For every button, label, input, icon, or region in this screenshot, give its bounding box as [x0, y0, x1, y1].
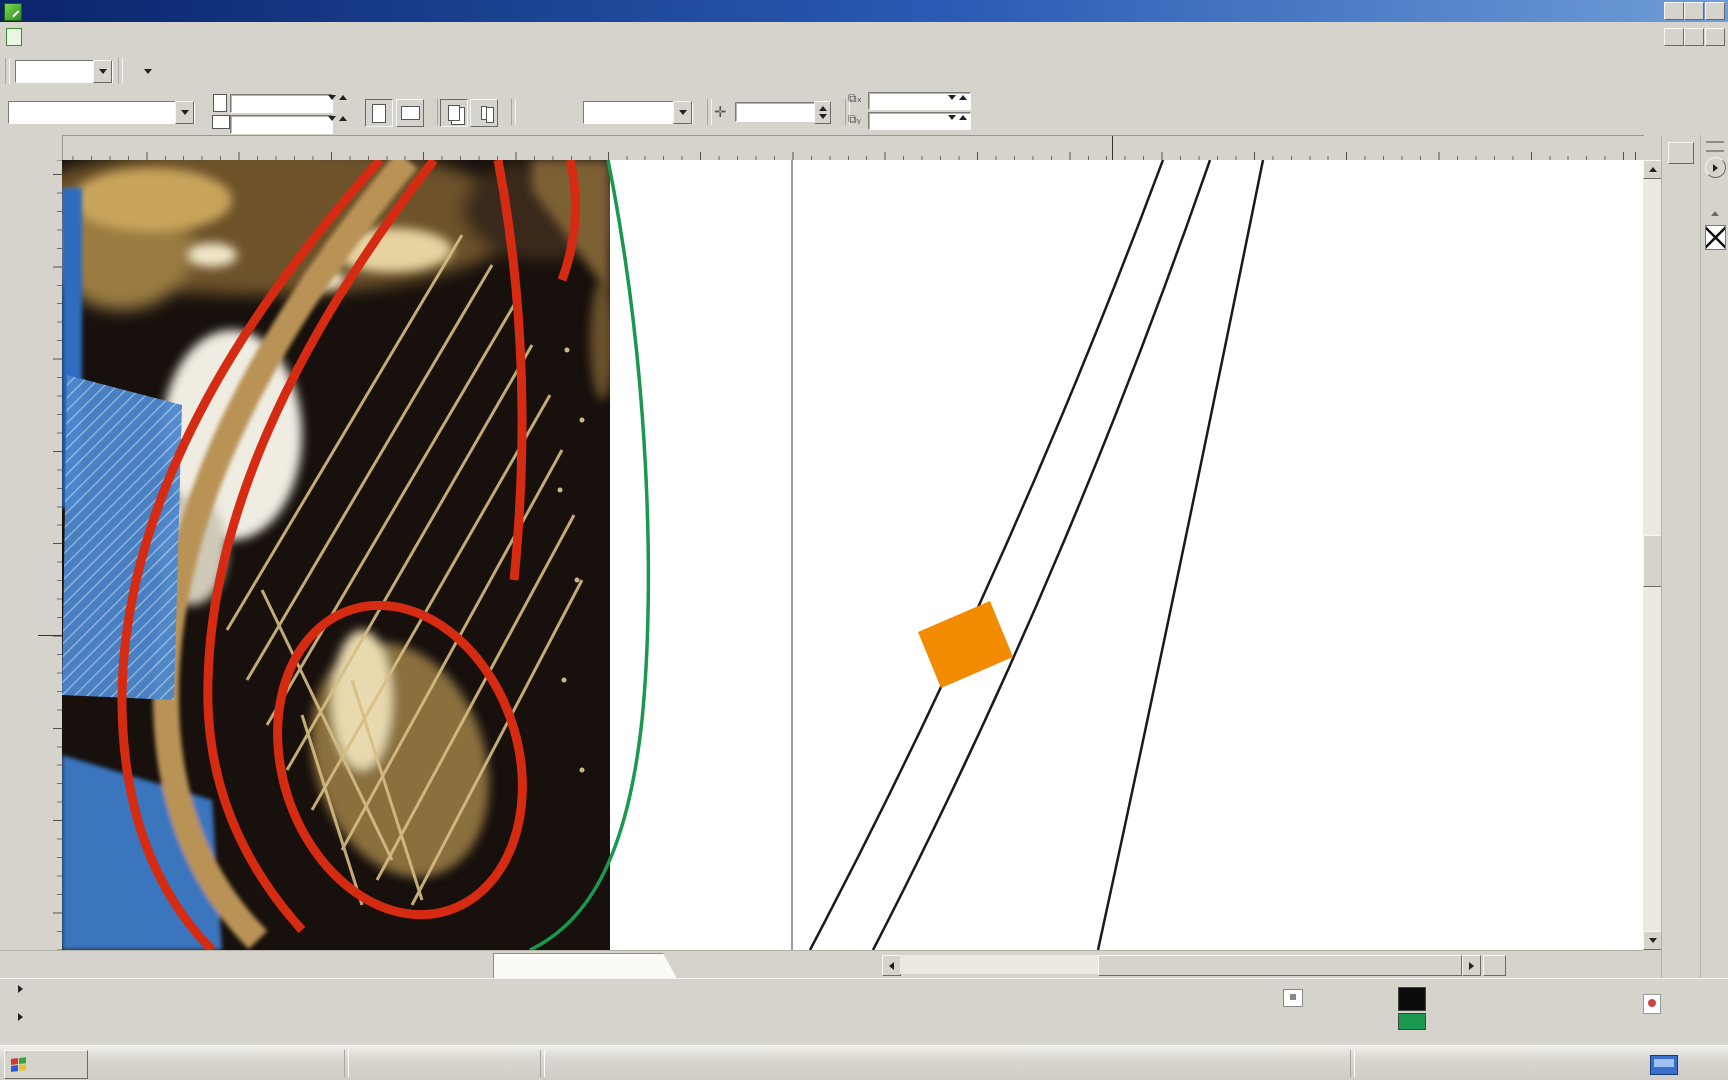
coreldraw-window: ✛ ⧉ₓ ⧉ᵧ: [0, 0, 1728, 1080]
add-page-button[interactable]: [116, 955, 140, 974]
zoom-level-value: [16, 61, 93, 82]
windows-logo-icon: [11, 1057, 27, 1073]
page-tab-strona-1[interactable]: [493, 953, 677, 979]
color-proof-page-icon: [1643, 994, 1661, 1014]
green-trace-curve[interactable]: [530, 160, 648, 950]
vertical-scroll-thumb[interactable]: [1643, 535, 1663, 587]
landscape-orientation-button[interactable]: [396, 99, 424, 127]
document-icon: [6, 28, 22, 46]
duplicate-y-icon: ⧉ᵧ: [848, 112, 861, 127]
scroll-down-button[interactable]: [1643, 931, 1663, 950]
page-height-icon: [212, 115, 230, 129]
page-width-dropdown[interactable]: [328, 95, 336, 100]
page-size-combo[interactable]: [8, 101, 195, 124]
units-combo[interactable]: [583, 101, 693, 124]
options-icon[interactable]: [160, 57, 188, 85]
snap-to-dropdown[interactable]: [128, 69, 160, 74]
duplicate-x-icon: ⧉ₓ: [848, 91, 862, 106]
scroll-up-button[interactable]: [1643, 160, 1663, 179]
dup-x-spinner[interactable]: [959, 95, 967, 100]
property-bar: ✛ ⧉ₓ ⧉ᵧ: [0, 90, 1728, 136]
all-pages-button[interactable]: [440, 99, 468, 127]
proof-status-icon: [1283, 989, 1303, 1007]
add-page-button-right[interactable]: [456, 955, 480, 974]
first-page-button[interactable]: [146, 955, 170, 974]
zoom-dropdown-arrow[interactable]: [93, 60, 112, 83]
zoom-level-combo[interactable]: [15, 60, 113, 83]
fill-color-swatch: [1398, 987, 1426, 1011]
doc-restore-button[interactable]: [1684, 28, 1704, 46]
page-height-dropdown[interactable]: [328, 116, 336, 121]
outline-color-swatch: [1398, 1013, 1426, 1030]
page-navigation-bar: [0, 950, 1643, 979]
palette-drag-handle[interactable]: [1706, 141, 1724, 152]
nudge-offset-field[interactable]: [735, 102, 820, 122]
vertical-scrollbar[interactable]: [1643, 160, 1661, 950]
status-expand-arrow[interactable]: [18, 985, 23, 993]
previous-page-button[interactable]: [194, 955, 218, 974]
page-size-dropdown-arrow[interactable]: [175, 101, 194, 124]
tray-monitor-icon[interactable]: [1650, 1055, 1678, 1075]
page-width-spinner[interactable]: [339, 95, 347, 100]
docker-strip: [1661, 135, 1701, 978]
drawing-canvas[interactable]: [62, 160, 1643, 950]
vector-objects-layer[interactable]: [62, 160, 1643, 950]
profiles-expand-arrow[interactable]: [18, 1013, 23, 1021]
status-bar: [0, 978, 1728, 1046]
no-color-swatch[interactable]: [1705, 225, 1726, 250]
collapse-dockers-button[interactable]: [1668, 142, 1694, 164]
nudge-spinner[interactable]: [814, 101, 831, 124]
cursor-position-marker-v: [38, 635, 62, 636]
document-navigator-button[interactable]: [1483, 955, 1506, 976]
horizontal-scrollbar[interactable]: [900, 955, 1462, 974]
dup-y-spinner[interactable]: [959, 115, 967, 120]
nudge-offset-icon: ✛: [714, 103, 727, 121]
color-palette: [1700, 135, 1728, 978]
units-value: [584, 102, 673, 123]
doc-close-button[interactable]: [1705, 28, 1725, 46]
vertical-ruler[interactable]: [38, 160, 63, 950]
portrait-orientation-button[interactable]: [365, 99, 393, 127]
page-size-value: [9, 102, 175, 123]
last-page-button[interactable]: [418, 955, 442, 974]
windows-taskbar: [0, 1045, 1728, 1080]
dup-y-dropdown[interactable]: [948, 115, 956, 120]
maximize-button[interactable]: [1684, 2, 1704, 20]
next-page-button[interactable]: [378, 955, 402, 974]
page-width-field[interactable]: [230, 94, 333, 113]
toolbar-separator: [118, 58, 123, 84]
units-dropdown-arrow[interactable]: [673, 101, 692, 124]
toolbar-separator: [5, 58, 10, 84]
minimize-button[interactable]: [1664, 2, 1684, 20]
corel-app-icon: [4, 3, 22, 21]
close-button[interactable]: [1705, 2, 1725, 20]
page-counter: [252, 955, 348, 974]
ruler-row: [0, 135, 1728, 160]
black-trace-curves[interactable]: [810, 160, 1263, 950]
horizontal-ruler[interactable]: [62, 135, 1644, 162]
standard-toolbar: [0, 52, 1728, 91]
menu-bar: [0, 22, 1728, 53]
title-bar[interactable]: [0, 0, 1728, 22]
cursor-position-marker-h: [1112, 136, 1113, 161]
page-height-field[interactable]: [230, 115, 333, 134]
palette-scroll-up[interactable]: [1705, 207, 1724, 219]
page-width-icon: [213, 94, 227, 112]
dup-x-dropdown[interactable]: [948, 95, 956, 100]
palette-flyout-button[interactable]: [1705, 157, 1726, 178]
current-page-button[interactable]: [470, 99, 498, 127]
page-height-spinner[interactable]: [339, 116, 347, 121]
hscroll-right-button[interactable]: [1462, 955, 1481, 976]
orange-rectangle-object[interactable]: [918, 601, 1013, 688]
toolbox: [0, 160, 39, 950]
horizontal-scroll-thumb[interactable]: [1098, 955, 1462, 976]
start-button[interactable]: [4, 1050, 88, 1079]
hscroll-left-button[interactable]: [882, 955, 901, 976]
doc-minimize-button[interactable]: [1664, 28, 1684, 46]
